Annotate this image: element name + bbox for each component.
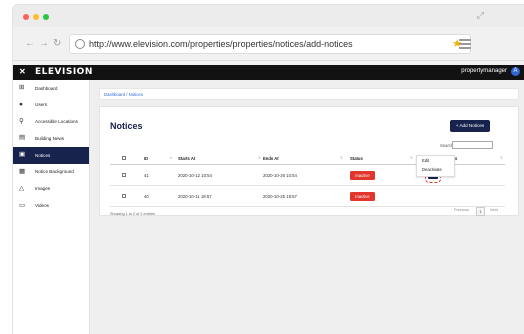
column-header-ends-at[interactable]: Ends At: [263, 156, 279, 161]
row-actions-dropdown: Edit Deactivate: [416, 155, 455, 177]
back-arrow-icon[interactable]: ←: [25, 38, 35, 49]
browser-window: ⤢ ← → ↻ http://www.elevision.com/propert…: [12, 4, 524, 334]
sidebar-item-label: Notice Background: [35, 169, 74, 175]
sidebar-item-label: Videos: [35, 203, 49, 209]
sidebar-item-building-news[interactable]: ▤ Building News: [13, 130, 89, 147]
select-all-checkbox[interactable]: [122, 156, 126, 160]
add-notices-button[interactable]: + Add Notices: [450, 120, 490, 132]
sort-icon[interactable]: ▾: [170, 156, 172, 160]
sidebar-item-label: Notices: [35, 152, 51, 158]
column-header-id[interactable]: ID: [144, 156, 148, 161]
newspaper-icon: ▤: [19, 134, 26, 142]
sidebar-item-notice-background[interactable]: ▦ Notice Background: [13, 164, 89, 181]
address-bar[interactable]: http://www.elevision.com/properties/prop…: [69, 34, 471, 54]
status-badge[interactable]: Inactive: [350, 192, 375, 201]
cell-id: 40: [144, 194, 149, 199]
pagination-next[interactable]: Next: [490, 208, 498, 212]
avatar[interactable]: A: [511, 67, 520, 76]
app-logo: ELEVISION: [35, 67, 93, 77]
table-info: Showing 1 to 2 of 2 entries: [110, 212, 155, 216]
browser-toolbar: ← → ↻ http://www.elevision.com/propertie…: [13, 27, 524, 61]
column-header-status[interactable]: Status: [350, 156, 363, 161]
url-text[interactable]: http://www.elevision.com/properties/prop…: [89, 39, 353, 49]
video-icon: ▭: [19, 201, 26, 209]
row-checkbox[interactable]: [122, 173, 126, 177]
sidebar-item-accessible-locations[interactable]: ⚲ Accessible Locations: [13, 114, 89, 131]
fullscreen-icon[interactable]: ⤢: [477, 10, 484, 21]
sidebar-item-label: Accessible Locations: [35, 119, 78, 125]
pagination-page-1[interactable]: 1: [476, 207, 485, 216]
sidebar-item-notices[interactable]: ▣ Notices: [13, 147, 89, 164]
location-pin-icon: ⚲: [19, 117, 24, 125]
image-stack-icon: ▦: [19, 167, 26, 175]
sidebar: ⊞ Dashboard ● Users ⚲ Accessible Locatio…: [13, 80, 90, 334]
forward-arrow-icon[interactable]: →: [39, 38, 49, 49]
sidebar-item-users[interactable]: ● Users: [13, 97, 89, 114]
browser-menu-icon[interactable]: [459, 39, 471, 51]
sidebar-item-label: Dashboard: [35, 85, 58, 91]
notice-icon: ▣: [19, 151, 26, 159]
reload-icon[interactable]: ↻: [53, 38, 61, 49]
sidebar-item-videos[interactable]: ▭ Videos: [13, 198, 89, 215]
close-window-button[interactable]: [23, 14, 29, 20]
page-info-icon[interactable]: [75, 39, 85, 49]
sidebar-item-label: Building News: [35, 135, 65, 141]
search-input[interactable]: [452, 141, 493, 149]
menu-item-deactivate[interactable]: Deactivate: [417, 165, 454, 174]
close-sidebar-icon[interactable]: ✕: [19, 67, 26, 76]
menu-item-edit[interactable]: Edit: [417, 156, 454, 165]
minimize-window-button[interactable]: [33, 14, 39, 20]
main-content: Dashboard / Notices Notices + Add Notice…: [91, 80, 524, 334]
cell-starts-at: 2020-10-11 18:57: [178, 194, 212, 199]
sidebar-item-label: Users: [35, 102, 47, 108]
sidebar-item-images[interactable]: △ Images: [13, 181, 89, 198]
grid-icon: ⊞: [19, 84, 25, 91]
cell-id: 41: [144, 173, 149, 178]
sort-icon[interactable]: ⇅: [258, 156, 261, 160]
pagination-previous[interactable]: Previous: [454, 208, 469, 212]
image-icon: △: [19, 184, 24, 192]
maximize-window-button[interactable]: [43, 14, 49, 20]
sort-icon[interactable]: ⇅: [340, 156, 343, 160]
username-label[interactable]: propertymanager: [461, 68, 507, 74]
status-badge[interactable]: Inactive: [350, 171, 375, 180]
sidebar-item-dashboard[interactable]: ⊞ Dashboard: [13, 80, 89, 97]
notices-card: Notices + Add Notices Search: ID ▾ Start…: [99, 106, 519, 216]
table-row: 40 2020-10-11 18:57 2020-10-25 18:57 Ina…: [110, 187, 505, 207]
title-bar: ⤢: [13, 5, 524, 27]
sort-icon[interactable]: ⇅: [500, 156, 503, 160]
column-header-starts-at[interactable]: Starts At: [178, 156, 195, 161]
breadcrumb[interactable]: Dashboard / Notices: [99, 88, 519, 100]
sort-icon[interactable]: ⇅: [410, 156, 413, 160]
sidebar-item-label: Images: [35, 186, 51, 192]
row-checkbox[interactable]: [122, 194, 126, 198]
cell-ends-at: 2020-10-26 10:54: [263, 173, 297, 178]
cell-starts-at: 2020-10-12 10:54: [178, 173, 212, 178]
app-header: ✕ ELEVISION propertymanager A: [13, 65, 524, 80]
cell-ends-at: 2020-10-25 18:57: [263, 194, 297, 199]
page-title: Notices: [110, 121, 143, 131]
user-icon: ●: [19, 100, 23, 108]
